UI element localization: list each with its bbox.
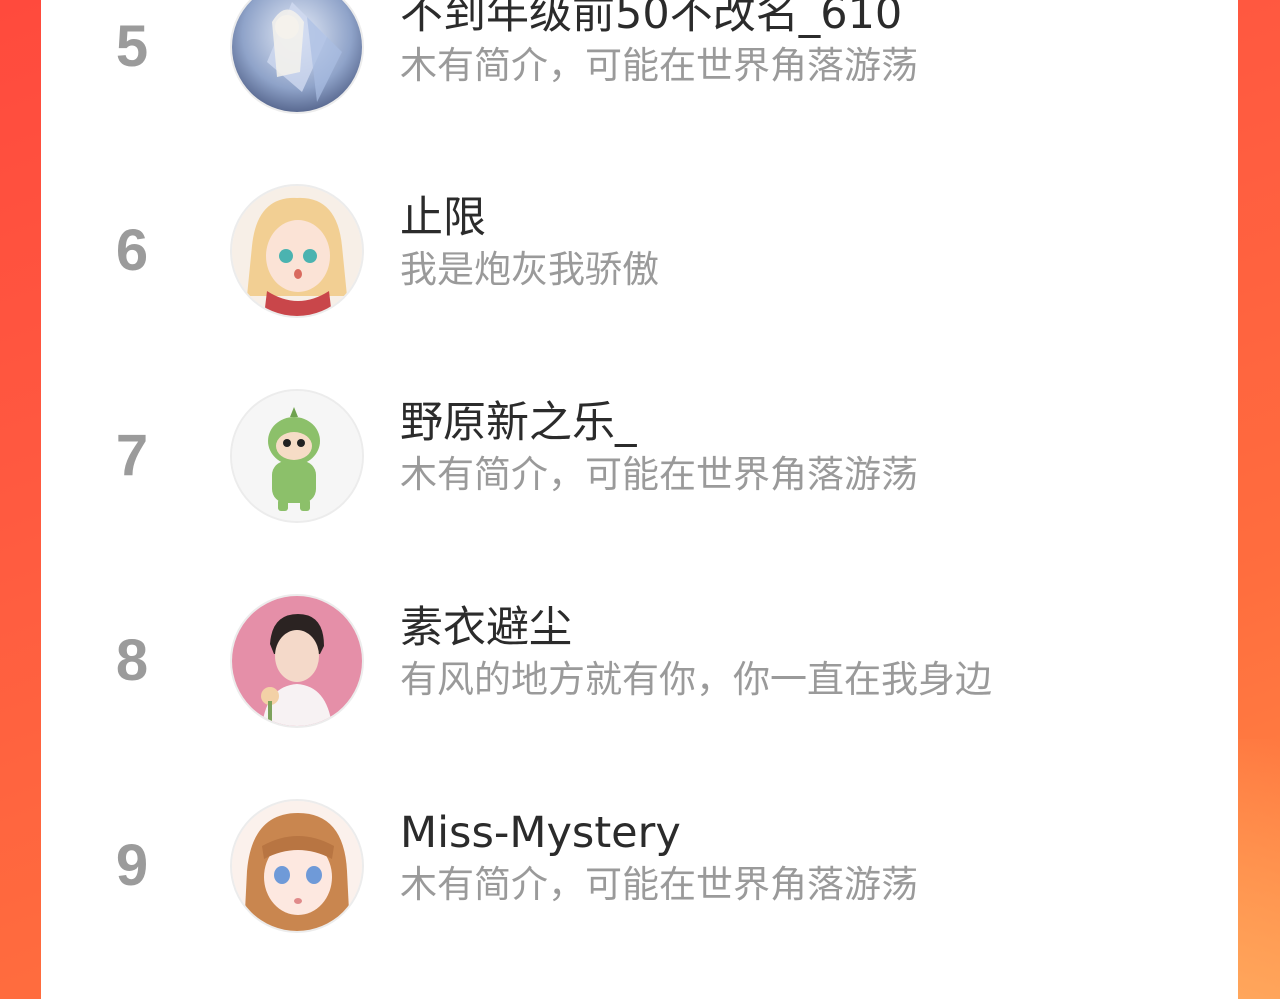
rank-number: 8 xyxy=(115,628,149,693)
user-name[interactable]: 野原新之乐_ xyxy=(400,397,637,449)
user-bio: 木有简介，可能在世界角落游荡 xyxy=(400,863,918,906)
user-name[interactable]: 不到年级前50不改名_610 xyxy=(400,0,902,40)
ranking-list-item[interactable]: 9 Miss-Mystery 木有简介，可能在世界角落游荡 xyxy=(41,797,1238,937)
young-man-photo-avatar[interactable] xyxy=(230,594,364,728)
user-name[interactable]: 素衣避尘 xyxy=(400,602,572,654)
anime-crystal-girl-avatar[interactable] xyxy=(230,0,364,114)
user-bio: 木有简介，可能在世界角落游荡 xyxy=(400,453,918,496)
anime-brown-hair-girl-avatar[interactable] xyxy=(230,799,364,933)
anime-blonde-girl-avatar[interactable] xyxy=(230,184,364,318)
rank-number: 9 xyxy=(115,833,149,898)
ranking-list-item[interactable]: 6 止限 我是炮灰我骄傲 xyxy=(41,182,1238,322)
user-bio: 有风的地方就有你，你一直在我身边 xyxy=(400,658,992,701)
rank-number: 6 xyxy=(115,218,149,283)
avatar-image xyxy=(232,596,362,726)
ranking-list-item[interactable]: 7 野原新之乐_ 木有简介，可能在世界角落游荡 xyxy=(41,387,1238,527)
rank-number: 5 xyxy=(115,14,149,79)
cartoon-dinosaur-costume-avatar[interactable] xyxy=(230,389,364,523)
user-bio: 我是炮灰我骄傲 xyxy=(400,248,659,291)
user-name[interactable]: Miss-Mystery xyxy=(400,807,681,859)
ranking-list-item[interactable]: 5 不到年级前50不改名_610 木有简介，可能在世界角落游荡 xyxy=(41,0,1238,118)
avatar-image xyxy=(232,186,362,316)
avatar-image xyxy=(232,801,362,931)
user-bio: 木有简介，可能在世界角落游荡 xyxy=(400,44,918,87)
user-name[interactable]: 止限 xyxy=(400,192,486,244)
avatar-image xyxy=(232,391,362,521)
avatar-image xyxy=(232,0,362,112)
rank-number: 7 xyxy=(115,423,149,488)
ranking-list-item[interactable]: 8 素衣避尘 有风的地方就有你，你一直在我身边 xyxy=(41,592,1238,732)
ranking-list-card: 5 不到年级前50不改名_610 木有简介，可能在世界角落游荡 6 止限 我是炮… xyxy=(41,0,1238,999)
